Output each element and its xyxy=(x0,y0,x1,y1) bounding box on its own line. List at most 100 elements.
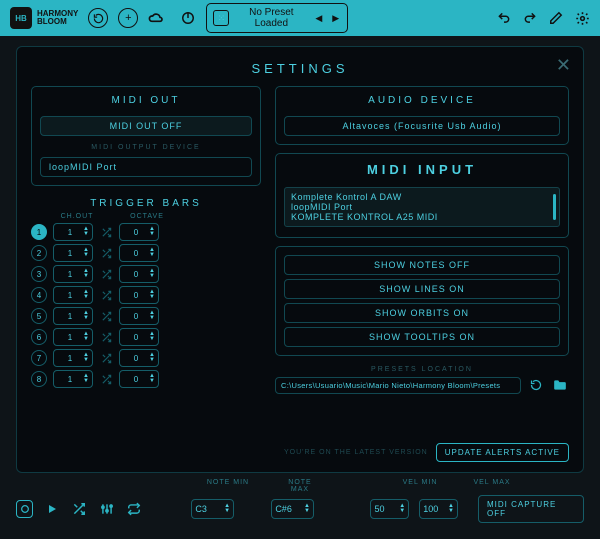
shuffle-icon[interactable] xyxy=(71,500,88,518)
logo: HB HARMONYBLOOM xyxy=(10,7,78,29)
show-lines-toggle[interactable]: SHOW LINES ON xyxy=(284,279,560,299)
undo-icon[interactable] xyxy=(496,10,512,26)
trigger-row-8: 8 1▲▼ 0▲▼ xyxy=(31,370,261,388)
trigger-ch-stepper[interactable]: 1▲▼ xyxy=(53,349,93,367)
midi-out-toggle[interactable]: MIDI OUT OFF xyxy=(40,116,252,136)
trigger-row-num[interactable]: 7 xyxy=(31,350,47,366)
trigger-row-num[interactable]: 1 xyxy=(31,224,47,240)
sliders-icon[interactable] xyxy=(98,500,115,518)
shuffle-icon[interactable] xyxy=(99,330,113,344)
trigger-row-4: 4 1▲▼ 0▲▼ xyxy=(31,286,261,304)
midi-input-item[interactable]: Komplete Kontrol A DAW xyxy=(291,192,553,202)
shuffle-icon[interactable] xyxy=(99,225,113,239)
preset-label: No Preset Loaded xyxy=(235,7,307,29)
logo-badge: HB xyxy=(10,7,32,29)
version-text: YOU'RE ON THE LATEST VERSION xyxy=(284,449,428,456)
trigger-oct-stepper[interactable]: 0▲▼ xyxy=(119,265,159,283)
presets-location-title: PRESETS LOCATION xyxy=(275,366,569,373)
trigger-oct-stepper[interactable]: 0▲▼ xyxy=(119,244,159,262)
trigger-row-6: 6 1▲▼ 0▲▼ xyxy=(31,328,261,346)
trigger-row-num[interactable]: 8 xyxy=(31,371,47,387)
midi-input-panel: MIDI INPUT Komplete Kontrol A DAWloopMID… xyxy=(275,153,569,238)
reload-presets-icon[interactable] xyxy=(527,376,545,394)
note-min-label: NOTE MIN xyxy=(206,479,250,493)
midi-out-panel: MIDI OUT MIDI OUT OFF MIDI OUTPUT DEVICE… xyxy=(31,86,261,186)
modal-title: SETTINGS xyxy=(31,61,569,76)
vel-max-stepper[interactable]: 100 ▲▼ xyxy=(419,499,458,519)
audio-device-title: AUDIO DEVICE xyxy=(284,95,560,106)
play-icon[interactable] xyxy=(43,500,60,518)
vel-max-label: VEL MAX xyxy=(470,479,514,493)
trigger-row-num[interactable]: 3 xyxy=(31,266,47,282)
midi-input-item[interactable]: loopMIDI Port xyxy=(291,202,553,212)
audio-device-panel: AUDIO DEVICE Altavoces (Focusrite Usb Au… xyxy=(275,86,569,145)
bottom-bar: NOTE MIN NOTE MAX VEL MIN VEL MAX xyxy=(0,479,600,539)
midi-out-title: MIDI OUT xyxy=(40,95,252,106)
trigger-ch-stepper[interactable]: 1▲▼ xyxy=(53,286,93,304)
trigger-oct-stepper[interactable]: 0▲▼ xyxy=(119,223,159,241)
trigger-row-1: 1 1▲▼ 0▲▼ xyxy=(31,223,261,241)
trigger-row-num[interactable]: 6 xyxy=(31,329,47,345)
record-icon[interactable] xyxy=(16,500,33,518)
gear-icon[interactable] xyxy=(574,10,590,26)
update-alerts-button[interactable]: UPDATE ALERTS ACTIVE xyxy=(436,443,569,462)
trigger-row-2: 2 1▲▼ 0▲▼ xyxy=(31,244,261,262)
midi-input-scrollbar[interactable] xyxy=(553,194,556,220)
presets-path-field[interactable]: C:\Users\Usuario\Music\Mario Nieto\Harmo… xyxy=(275,377,521,394)
trigger-ch-stepper[interactable]: 1▲▼ xyxy=(53,307,93,325)
trigger-oct-stepper[interactable]: 0▲▼ xyxy=(119,370,159,388)
midi-out-device-select[interactable]: loopMIDI Port xyxy=(40,157,252,177)
show-orbits-toggle[interactable]: SHOW ORBITS ON xyxy=(284,303,560,323)
power-icon[interactable] xyxy=(180,10,196,26)
shuffle-icon[interactable] xyxy=(99,246,113,260)
midi-capture-toggle[interactable]: MIDI CAPTURE OFF xyxy=(478,495,584,523)
trigger-oct-stepper[interactable]: 0▲▼ xyxy=(119,286,159,304)
trigger-ch-stepper[interactable]: 1▲▼ xyxy=(53,244,93,262)
trigger-row-5: 5 1▲▼ 0▲▼ xyxy=(31,307,261,325)
shuffle-icon[interactable] xyxy=(99,309,113,323)
add-icon[interactable]: + xyxy=(118,8,138,28)
trigger-oct-stepper[interactable]: 0▲▼ xyxy=(119,328,159,346)
cloud-icon[interactable] xyxy=(148,10,164,26)
trigger-ch-stepper[interactable]: 1▲▼ xyxy=(53,223,93,241)
shuffle-icon[interactable] xyxy=(99,351,113,365)
shuffle-icon[interactable] xyxy=(99,267,113,281)
midi-input-title: MIDI INPUT xyxy=(284,162,560,177)
note-max-label: NOTE MAX xyxy=(278,479,322,493)
trigger-row-num[interactable]: 4 xyxy=(31,287,47,303)
redo-icon[interactable] xyxy=(522,10,538,26)
midi-input-list[interactable]: Komplete Kontrol A DAWloopMIDI PortKOMPL… xyxy=(284,187,560,227)
settings-modal: SETTINGS ✕ MIDI OUT MIDI OUT OFF MIDI OU… xyxy=(16,46,584,473)
note-min-stepper[interactable]: C3 ▲▼ xyxy=(191,499,234,519)
trigger-oct-stepper[interactable]: 0▲▼ xyxy=(119,349,159,367)
topbar: HB HARMONYBLOOM + ⁙ No Preset Loaded ◀ ▶ xyxy=(0,0,600,36)
trigger-row-num[interactable]: 2 xyxy=(31,245,47,261)
loop-icon[interactable] xyxy=(125,500,142,518)
pencil-icon[interactable] xyxy=(548,10,564,26)
audio-device-select[interactable]: Altavoces (Focusrite Usb Audio) xyxy=(284,116,560,136)
trigger-ch-stepper[interactable]: 1▲▼ xyxy=(53,370,93,388)
vel-min-stepper[interactable]: 50 ▲▼ xyxy=(370,499,409,519)
shuffle-icon[interactable] xyxy=(99,372,113,386)
trigger-ch-stepper[interactable]: 1▲▼ xyxy=(53,265,93,283)
trigger-ch-stepper[interactable]: 1▲▼ xyxy=(53,328,93,346)
midi-out-device-label: MIDI OUTPUT DEVICE xyxy=(40,144,252,151)
logo-text: HARMONYBLOOM xyxy=(37,10,78,26)
show-tooltips-toggle[interactable]: SHOW TOOLTIPS ON xyxy=(284,327,560,347)
trigger-row-num[interactable]: 5 xyxy=(31,308,47,324)
trigger-bars-panel: TRIGGER BARS CH.OUT OCTAVE 11▲▼0▲▼21▲▼0▲… xyxy=(31,194,261,388)
folder-icon[interactable] xyxy=(551,376,569,394)
note-max-stepper[interactable]: C#6 ▲▼ xyxy=(271,499,314,519)
trigger-head-ch: CH.OUT xyxy=(57,213,97,220)
dice-icon[interactable]: ⁙ xyxy=(213,10,229,26)
shuffle-icon[interactable] xyxy=(99,288,113,302)
reload-icon[interactable] xyxy=(88,8,108,28)
midi-input-item[interactable]: KOMPLETE KONTROL A25 MIDI xyxy=(291,212,553,222)
trigger-oct-stepper[interactable]: 0▲▼ xyxy=(119,307,159,325)
preset-next[interactable]: ▶ xyxy=(330,13,341,24)
preset-strip[interactable]: ⁙ No Preset Loaded ◀ ▶ xyxy=(206,3,348,33)
trigger-bars-title: TRIGGER BARS xyxy=(31,198,261,209)
preset-prev[interactable]: ◀ xyxy=(313,13,324,24)
show-notes-toggle[interactable]: SHOW NOTES OFF xyxy=(284,255,560,275)
close-icon[interactable]: ✕ xyxy=(556,55,571,76)
